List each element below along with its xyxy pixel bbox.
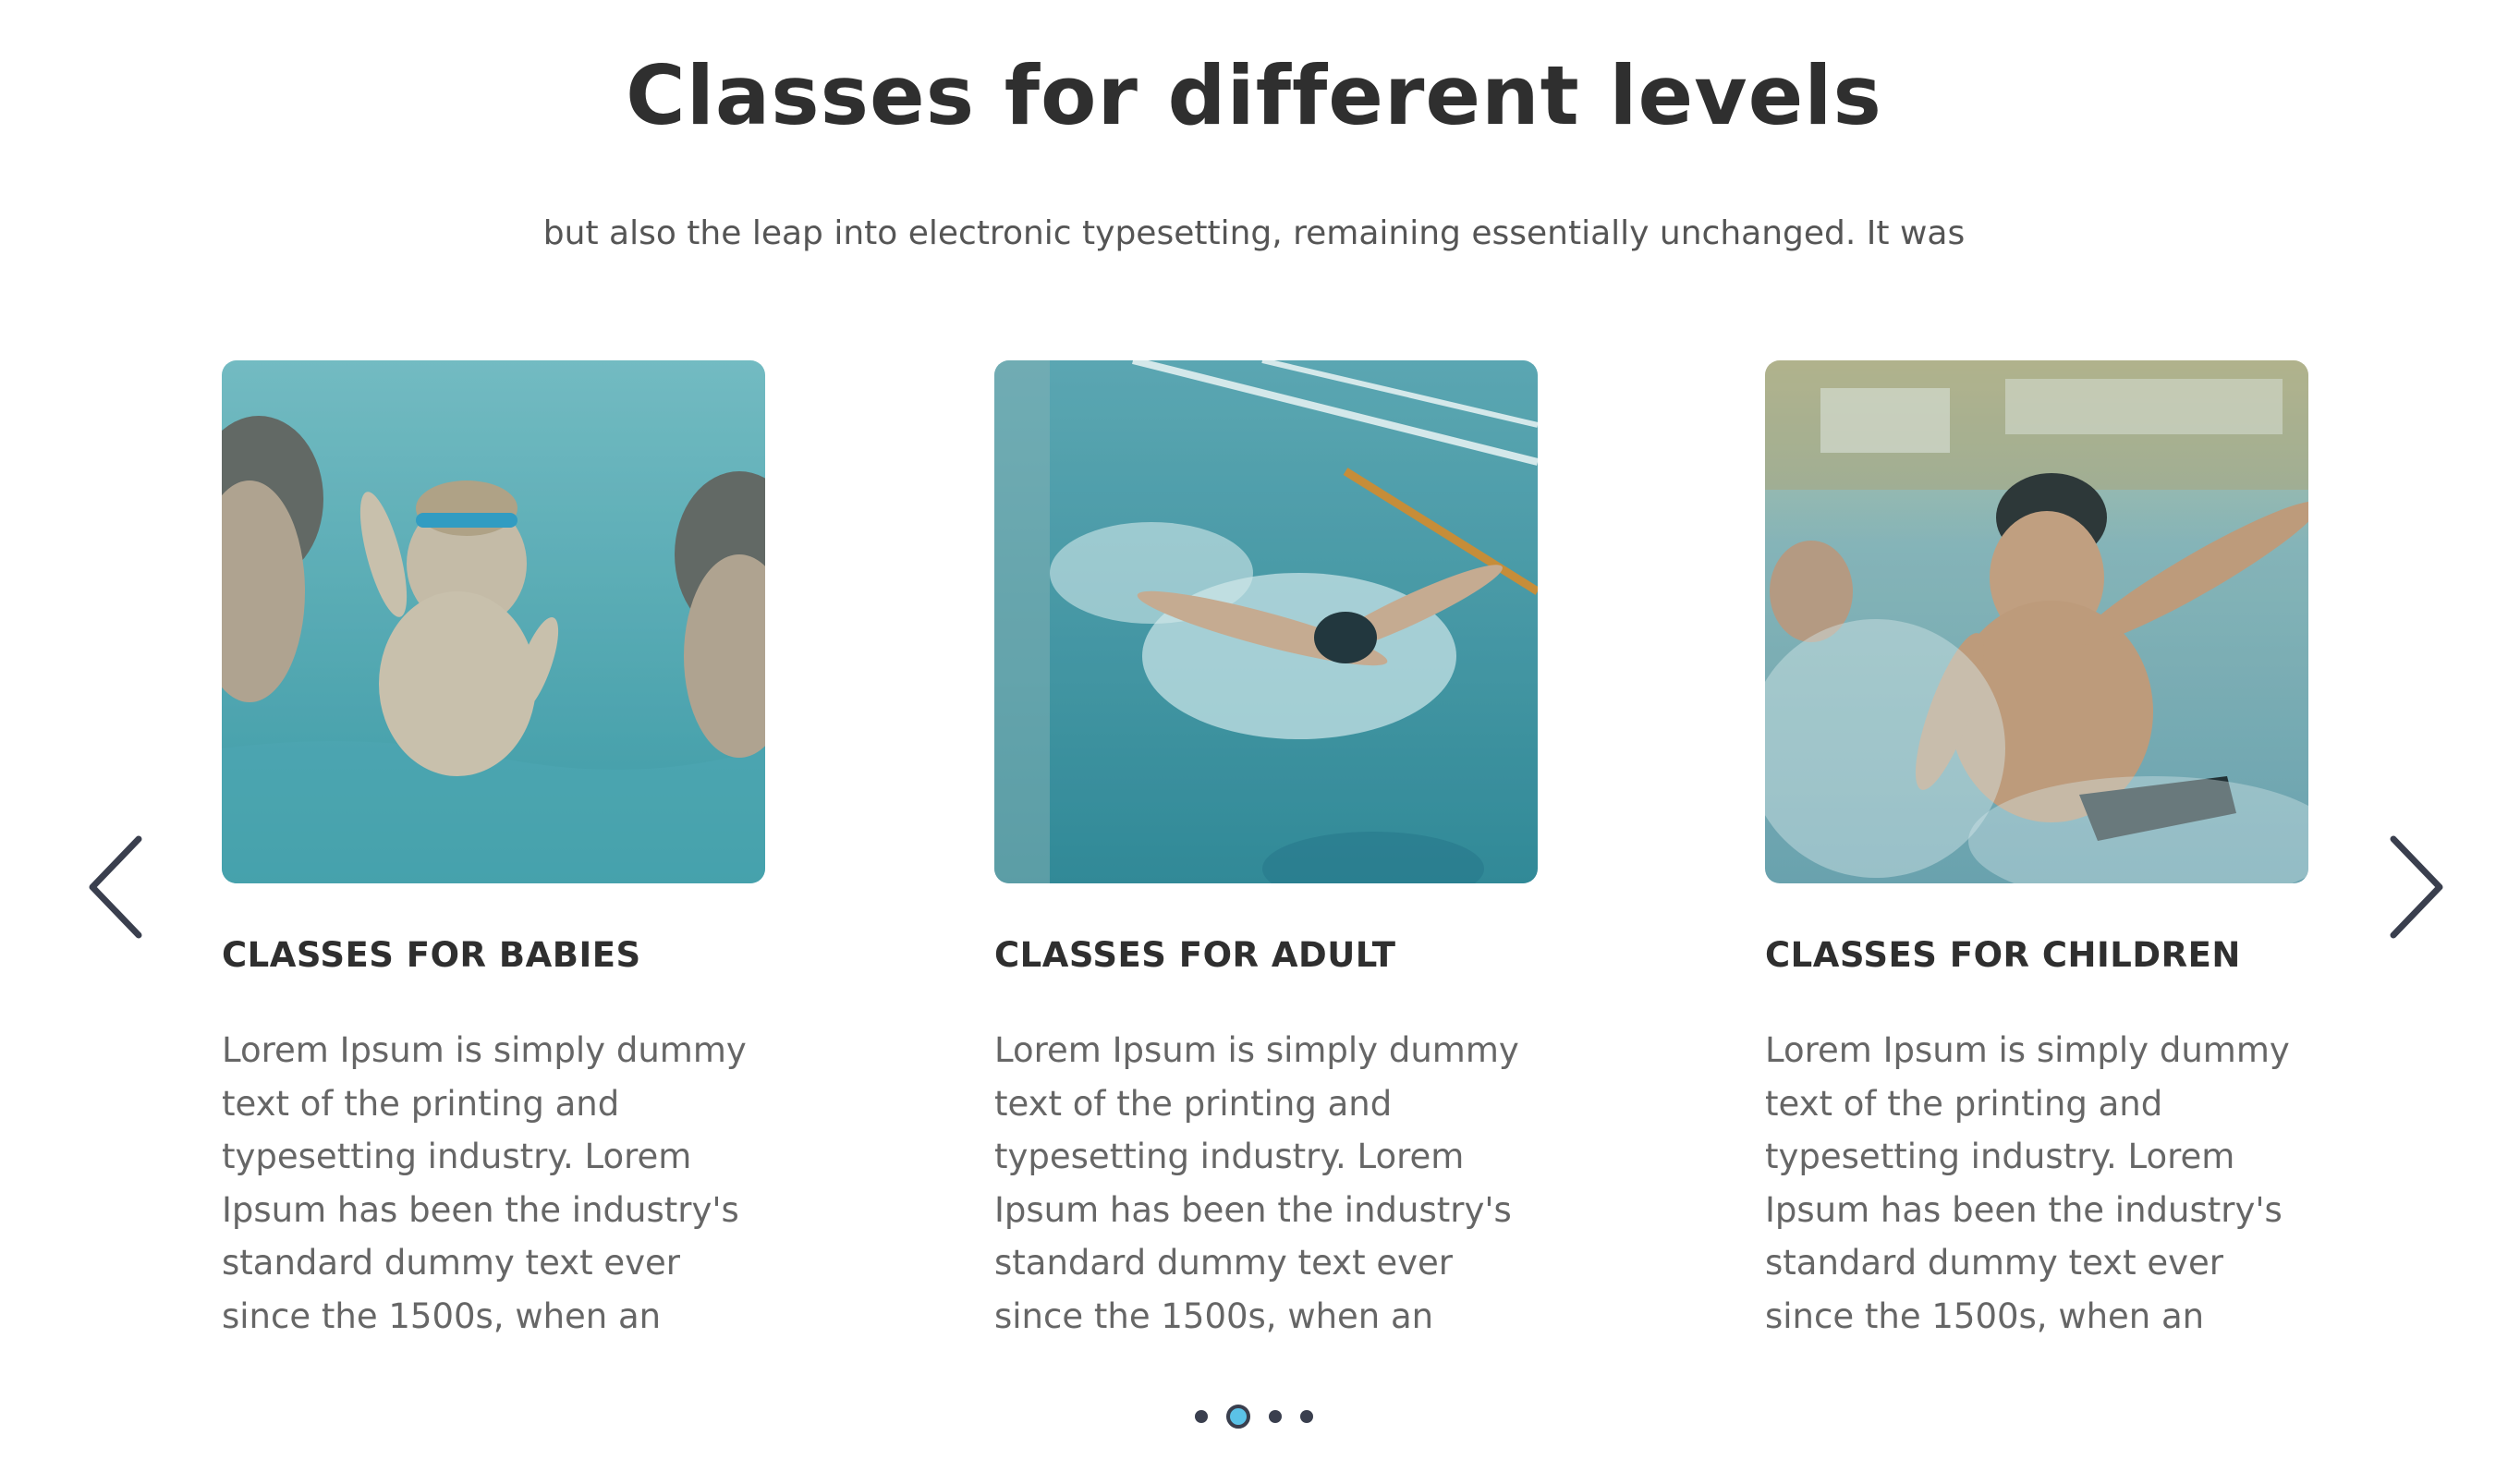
chevron-left-icon: [89, 835, 142, 939]
carousel-dot-3[interactable]: [1269, 1410, 1282, 1423]
chevron-right-icon: [2390, 835, 2443, 939]
carousel-dot-4[interactable]: [1300, 1410, 1313, 1423]
card-description: Lorem Ipsum is simply dummy text of the …: [994, 1030, 1519, 1336]
class-card-children[interactable]: CLASSES FOR CHILDREN Lorem Ipsum is simp…: [1765, 360, 2308, 1336]
card-title: CLASSES FOR BABIES: [222, 935, 641, 975]
child-splashing-photo: [1765, 360, 2308, 883]
carousel-next-button[interactable]: [2382, 832, 2447, 943]
section-title: Classes for different levels: [626, 48, 1882, 143]
card-description: Lorem Ipsum is simply dummy text of the …: [1765, 1030, 2290, 1336]
card-title: CLASSES FOR CHILDREN: [1765, 935, 2241, 975]
card-title: CLASSES FOR ADULT: [994, 935, 1396, 975]
card-description: Lorem Ipsum is simply dummy text of the …: [222, 1030, 747, 1336]
carousel-dot-2-active[interactable]: [1226, 1405, 1250, 1429]
class-card-adult[interactable]: CLASSES FOR ADULT Lorem Ipsum is simply …: [994, 360, 1538, 1336]
class-card-babies[interactable]: CLASSES FOR BABIES Lorem Ipsum is simply…: [222, 360, 765, 1336]
adult-swimmer-photo: [994, 360, 1538, 883]
carousel-prev-button[interactable]: [85, 832, 150, 943]
carousel-pagination: [0, 1403, 2508, 1430]
baby-swimming-photo: [222, 360, 765, 883]
carousel-dot-1[interactable]: [1195, 1410, 1208, 1423]
section-subtitle: but also the leap into electronic typese…: [542, 214, 1966, 252]
